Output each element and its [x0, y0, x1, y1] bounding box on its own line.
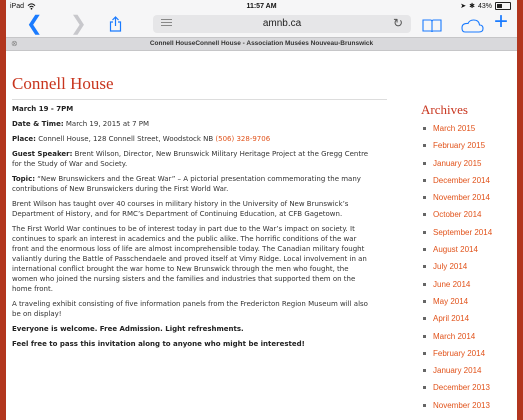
ipad-screen: iPad 11:57 AM ➤ ✱ 43% ❮ ❯ amnb.ca ↻ + ⊗ [6, 0, 517, 420]
date-label: Date & Time: [12, 120, 64, 128]
archive-link[interactable]: March 2015 [421, 124, 517, 141]
share-icon[interactable] [109, 16, 122, 36]
divider [12, 99, 387, 100]
archive-link[interactable]: September 2014 [421, 228, 517, 245]
bio-paragraph: Brent Wilson has taught over 40 courses … [12, 200, 349, 218]
archives-list: March 2015 February 2015 January 2015 De… [421, 124, 517, 418]
archive-link[interactable]: April 2014 [421, 314, 517, 331]
forward-icon[interactable]: ❯ [70, 14, 87, 34]
tab-bar: ⊗ Connell HouseConnell House - Associati… [6, 37, 517, 51]
archives-sidebar: Archives March 2015 February 2015 Januar… [421, 102, 517, 418]
topic-value: “New Brunswickers and the Great War” – A… [12, 175, 361, 193]
archive-link[interactable]: July 2014 [421, 262, 517, 279]
archive-link[interactable]: June 2014 [421, 280, 517, 297]
topic-label: Topic: [12, 175, 36, 183]
status-bar: iPad 11:57 AM ➤ ✱ 43% [6, 0, 517, 12]
archive-link[interactable]: March 2014 [421, 332, 517, 349]
web-page: Connell House March 19 - 7PM Date & Time… [6, 51, 517, 420]
back-icon[interactable]: ❮ [26, 14, 43, 34]
archive-link[interactable]: December 2013 [421, 383, 517, 400]
address-bar[interactable]: amnb.ca ↻ [153, 15, 411, 33]
device-name: iPad [10, 2, 25, 10]
close-tab-icon[interactable]: ⊗ [11, 38, 18, 50]
context-paragraph: The First World War continues to be of i… [12, 225, 367, 293]
date-value: March 19, 2015 at 7 PM [65, 120, 150, 128]
url-text: amnb.ca [262, 18, 302, 29]
archive-link[interactable]: November 2013 [421, 401, 517, 418]
archive-link[interactable]: August 2014 [421, 245, 517, 262]
archive-link[interactable]: February 2015 [421, 141, 517, 158]
battery-percent: 43% [477, 2, 492, 10]
location-icon: ➤ [460, 3, 467, 10]
speaker-label: Guest Speaker: [12, 150, 73, 158]
exhibit-paragraph: A traveling exhibit consisting of five i… [12, 300, 368, 318]
clock: 11:57 AM [246, 2, 277, 10]
safari-toolbar: ❮ ❯ amnb.ca ↻ + [6, 10, 517, 37]
post-content: March 19 - 7PM Date & Time: March 19, 20… [12, 104, 372, 354]
archive-link[interactable]: November 2014 [421, 193, 517, 210]
icloud-tabs-icon[interactable] [460, 17, 484, 37]
share-text: Feel free to pass this invitation along … [12, 340, 305, 348]
archive-link[interactable]: January 2015 [421, 159, 517, 176]
page-title: Connell House [12, 74, 114, 93]
place-label: Place: [12, 135, 36, 143]
archive-link[interactable]: February 2014 [421, 349, 517, 366]
reload-icon[interactable]: ↻ [393, 16, 403, 30]
archives-heading: Archives [421, 102, 468, 117]
archive-link[interactable]: May 2014 [421, 297, 517, 314]
archive-link[interactable]: October 2014 [421, 210, 517, 227]
phone-link[interactable]: (506) 328-9706 [215, 135, 270, 143]
wifi-icon [27, 2, 36, 10]
bluetooth-icon: ✱ [469, 3, 475, 10]
place-value: Connell House, 128 Connell Street, Woods… [38, 135, 214, 143]
new-tab-icon[interactable]: + [494, 10, 508, 34]
date-heading: March 19 - 7PM [12, 105, 74, 113]
welcome-text: Everyone is welcome. Free Admission. Lig… [12, 325, 244, 333]
bookmarks-icon[interactable] [422, 17, 442, 37]
archive-link[interactable]: December 2014 [421, 176, 517, 193]
archive-link[interactable]: January 2014 [421, 366, 517, 383]
tab-title[interactable]: Connell HouseConnell House - Association… [6, 38, 517, 50]
